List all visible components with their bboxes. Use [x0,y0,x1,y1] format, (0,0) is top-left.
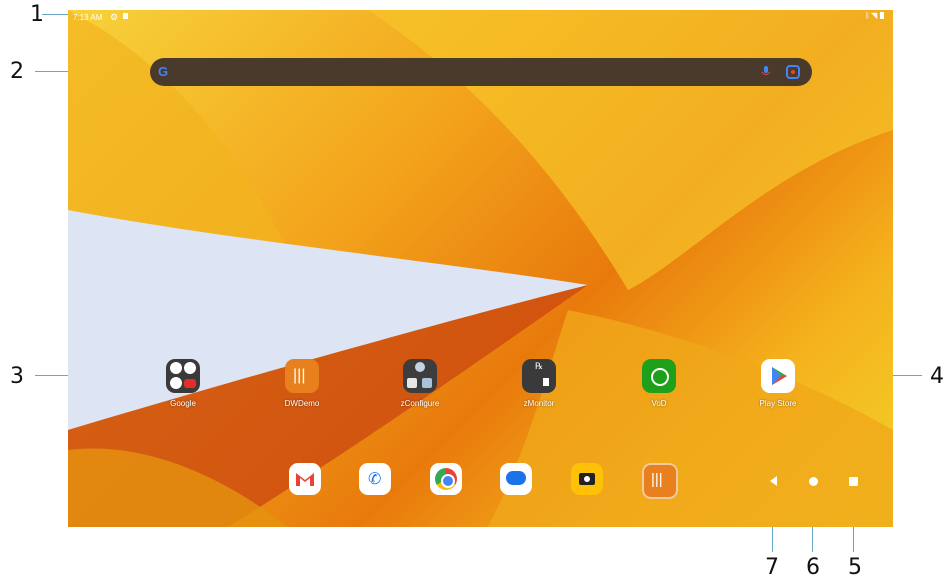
callout-2: 2 [10,59,24,84]
callout-6: 6 [806,555,820,580]
bluetooth-icon: ᛒ [865,11,870,20]
app-label: VoD [651,399,667,408]
camera-icon[interactable] [571,463,603,495]
battery-icon [880,12,884,19]
app-vod[interactable]: VoD [624,359,694,408]
app-label: Play Store [759,399,797,408]
app-google-folder[interactable]: Google [148,359,218,408]
sdcard-icon [123,13,128,19]
home-icon[interactable] [809,477,818,486]
google-logo-icon: G [158,64,169,79]
callout-7: 7 [765,555,779,580]
chrome-icon[interactable] [430,463,462,495]
home-screen: 7:13 AM ⚙ ᛒ ◥ G Google ||| DWDemo zConfi… [68,10,893,527]
back-icon[interactable] [768,475,778,487]
zconfigure-folder-icon [403,359,437,393]
callout-3: 3 [10,364,24,389]
search-bar[interactable]: G [150,58,812,86]
phone-icon[interactable]: ✆ [359,463,391,495]
app-zconfigure-folder[interactable]: zConfigure [385,359,455,408]
callout-1: 1 [30,2,44,27]
callout-4: 4 [930,364,944,389]
gear-icon: ⚙ [110,12,119,22]
vod-icon [642,359,676,393]
app-zmonitor-folder[interactable]: ℞ zMonitor [504,359,574,408]
status-time: 7:13 AM [73,13,103,22]
wifi-icon: ◥ [871,11,878,20]
zmonitor-folder-icon: ℞ [522,359,556,393]
app-label: Google [170,399,196,408]
google-folder-icon [166,359,200,393]
mic-icon[interactable] [761,65,771,79]
play-store-icon [761,359,795,393]
app-label: DWDemo [284,399,320,408]
dwdemo-icon: ||| [285,359,319,393]
app-label: zConfigure [400,399,440,408]
callout-1-line [42,14,68,15]
gmail-icon[interactable] [289,463,321,495]
app-dwdemo[interactable]: ||| DWDemo [267,359,337,408]
lens-icon[interactable] [786,65,800,79]
dwdemo-icon[interactable]: ||| [642,463,678,499]
callout-5: 5 [848,555,862,580]
wallpaper [68,10,893,527]
messages-icon[interactable] [500,463,532,495]
app-play-store[interactable]: Play Store [743,359,813,408]
app-label: zMonitor [523,399,555,408]
recents-icon[interactable] [849,477,858,486]
